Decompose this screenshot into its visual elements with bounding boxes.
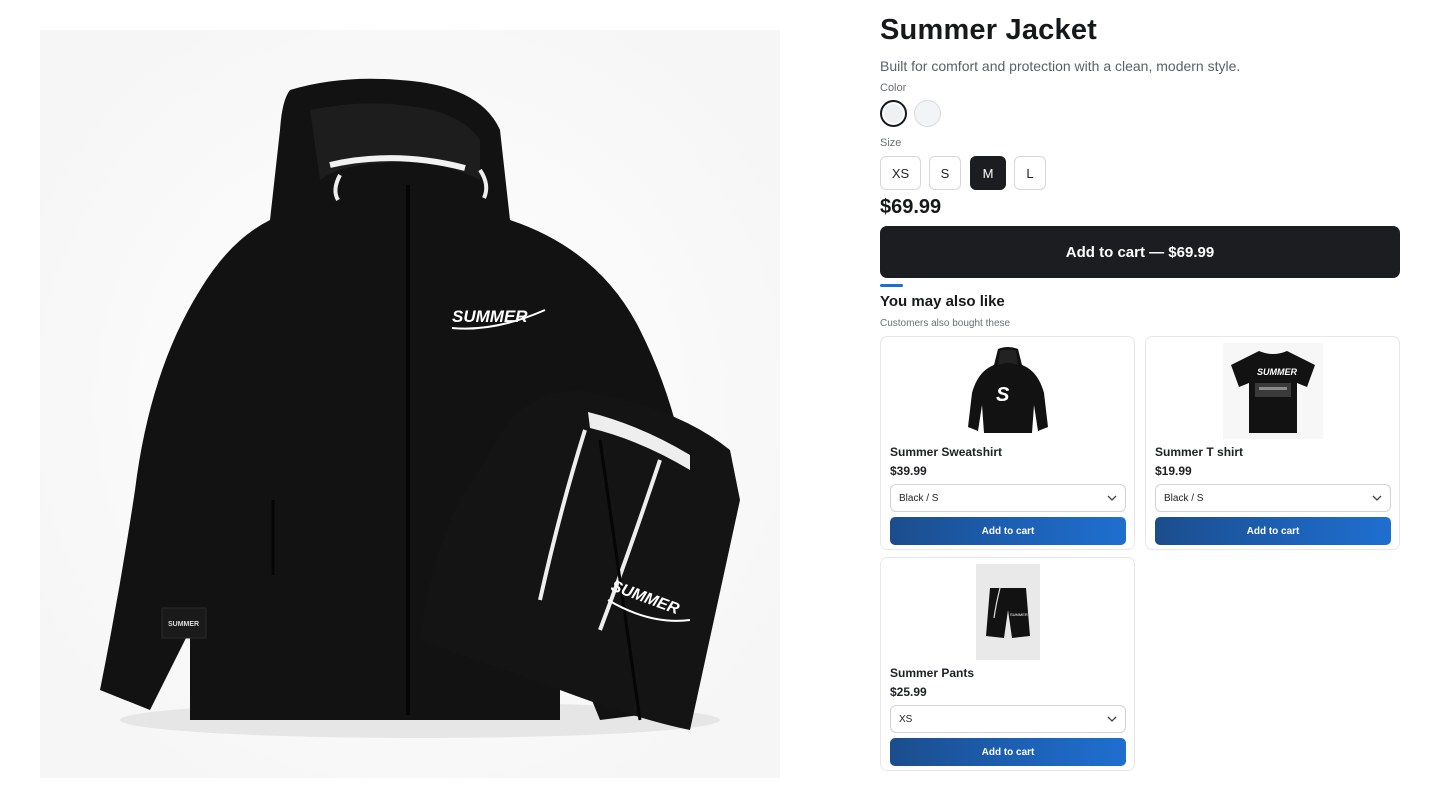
svg-text:S: S [996, 384, 1010, 406]
tshirt-image: SUMMER [1222, 343, 1323, 439]
variant-select[interactable]: XS [890, 705, 1126, 733]
recommendation-card-sweatshirt: S Summer Sweatshirt $39.99 Black / S Add… [880, 336, 1135, 550]
chevron-down-icon [1107, 495, 1117, 501]
variant-select-value: XS [899, 713, 913, 725]
card-product-price: $39.99 [890, 464, 927, 478]
product-subtitle: Built for comfort and protection with a … [880, 58, 1241, 74]
pants-thumbnail[interactable]: SUMMER [958, 564, 1058, 660]
variant-select[interactable]: Black / S [890, 484, 1126, 512]
chevron-down-icon [1372, 495, 1382, 501]
variant-select-value: Black / S [899, 492, 939, 504]
card-add-to-cart-button[interactable]: Add to cart [890, 517, 1126, 545]
size-option-m[interactable]: M [970, 156, 1006, 190]
recommendation-card-pants: SUMMER Summer Pants $25.99 XS Add to car… [880, 557, 1135, 771]
section-accent-bar [880, 284, 903, 287]
recommendation-card-tshirt: SUMMER Summer T shirt $19.99 Black / S A… [1145, 336, 1400, 550]
product-price: $69.99 [880, 196, 942, 218]
sweatshirt-thumbnail[interactable]: S [957, 343, 1058, 439]
svg-text:SUMMER: SUMMER [168, 621, 199, 628]
svg-text:SUMMER: SUMMER [452, 307, 528, 326]
chevron-down-icon [1107, 716, 1117, 722]
size-option-l[interactable]: L [1014, 156, 1046, 190]
product-panel: Summer Jacket Built for comfort and prot… [880, 0, 1400, 810]
variant-select-value: Black / S [1164, 492, 1204, 504]
color-swatch-white[interactable] [914, 100, 941, 127]
svg-text:SUMMER: SUMMER [1257, 367, 1297, 377]
recommendations-subtitle: Customers also bought these [880, 318, 1011, 329]
card-product-price: $19.99 [1155, 464, 1192, 478]
pants-image: SUMMER [975, 564, 1040, 660]
size-option-xs[interactable]: XS [880, 156, 921, 190]
product-title: Summer Jacket [880, 14, 1097, 46]
sweatshirt-image: S [957, 343, 1058, 439]
color-swatch-black[interactable] [880, 100, 907, 127]
svg-text:SUMMER: SUMMER [1010, 612, 1028, 617]
add-to-cart-button[interactable]: Add to cart — $69.99 [880, 226, 1400, 278]
card-product-name: Summer Sweatshirt [890, 445, 1003, 459]
tshirt-thumbnail[interactable]: SUMMER [1222, 343, 1323, 439]
card-product-price: $25.99 [890, 685, 927, 699]
card-product-name: Summer T shirt [1155, 445, 1244, 459]
recommendations-title: You may also like [880, 293, 1005, 310]
jacket-illustration: SUMMER SUMMER SUMMER [40, 30, 780, 778]
card-add-to-cart-button[interactable]: Add to cart [1155, 517, 1391, 545]
card-product-name: Summer Pants [890, 666, 975, 680]
product-image: SUMMER SUMMER SUMMER [40, 30, 780, 778]
size-option-s[interactable]: S [929, 156, 961, 190]
variant-select[interactable]: Black / S [1155, 484, 1391, 512]
color-label: Color [880, 82, 907, 94]
card-add-to-cart-button[interactable]: Add to cart [890, 738, 1126, 766]
size-label: Size [880, 137, 902, 149]
